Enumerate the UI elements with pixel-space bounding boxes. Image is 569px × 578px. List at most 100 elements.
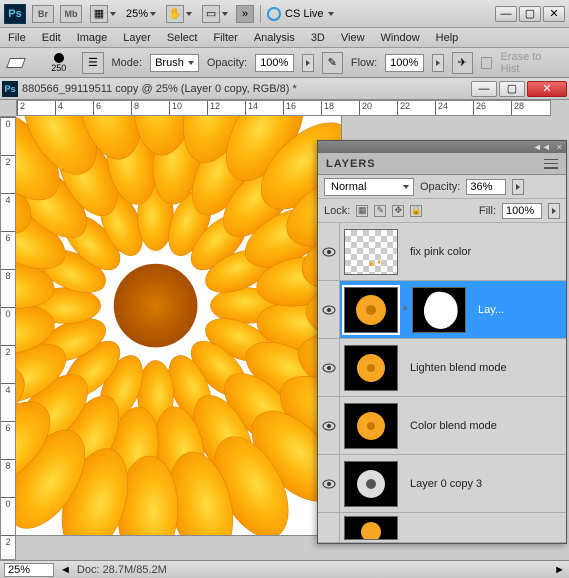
minibridge-badge[interactable]: Mb bbox=[60, 5, 82, 23]
minimize-button[interactable]: — bbox=[495, 6, 517, 22]
link-icon[interactable]: ⚭ bbox=[400, 304, 410, 315]
menu-analysis[interactable]: Analysis bbox=[254, 32, 295, 44]
mode-select[interactable]: Brush bbox=[150, 54, 199, 72]
layer-name[interactable]: Lighten blend mode bbox=[402, 362, 515, 374]
menu-edit[interactable]: Edit bbox=[42, 32, 61, 44]
visibility-toggle[interactable] bbox=[318, 223, 340, 280]
erase-history-checkbox[interactable] bbox=[481, 57, 493, 69]
flow-input[interactable]: 100% bbox=[385, 54, 424, 72]
layer-row[interactable]: ⚭ Lay... bbox=[318, 281, 566, 339]
layer-thumbnail[interactable] bbox=[344, 287, 398, 333]
layer-row[interactable]: Color blend mode bbox=[318, 397, 566, 455]
zoom-input[interactable]: 25% bbox=[4, 563, 54, 577]
doc-icon: Ps bbox=[2, 81, 18, 97]
menu-file[interactable]: File bbox=[8, 32, 26, 44]
cslive-dropdown[interactable]: CS Live bbox=[267, 7, 334, 21]
visibility-toggle[interactable] bbox=[318, 397, 340, 454]
menu-help[interactable]: Help bbox=[436, 32, 459, 44]
blend-mode-select[interactable]: Normal bbox=[324, 178, 414, 196]
doc-title: 880566_99119511 copy @ 25% (Layer 0 copy… bbox=[22, 83, 469, 95]
layout-dropdown[interactable]: ▦ bbox=[88, 5, 118, 23]
layer-opacity-input[interactable]: 36% bbox=[466, 179, 506, 195]
canvas[interactable] bbox=[16, 116, 342, 536]
layer-thumbnail[interactable] bbox=[344, 229, 398, 275]
layer-row[interactable]: Lighten blend mode bbox=[318, 339, 566, 397]
brush-panel-button[interactable]: ☰ bbox=[82, 52, 103, 74]
menu-select[interactable]: Select bbox=[167, 32, 198, 44]
layer-name[interactable]: Color blend mode bbox=[402, 420, 505, 432]
doc-minimize-button[interactable]: — bbox=[471, 81, 497, 97]
statusbar: 25% ◄ Doc: 28.7M/85.2M ► bbox=[0, 560, 569, 578]
doc-close-button[interactable]: ✕ bbox=[527, 81, 567, 97]
visibility-toggle[interactable] bbox=[318, 281, 340, 338]
menu-image[interactable]: Image bbox=[77, 32, 108, 44]
menu-3d[interactable]: 3D bbox=[311, 32, 325, 44]
layers-panel: ◄◄ × LAYERS Normal Opacity: 36% Lock: ▦ ✎… bbox=[317, 140, 567, 544]
expand-button[interactable]: » bbox=[236, 5, 254, 23]
layer-opacity-flyout[interactable] bbox=[512, 179, 524, 195]
flow-flyout[interactable] bbox=[432, 54, 444, 72]
scroll-right-icon[interactable]: ► bbox=[554, 564, 565, 576]
menu-filter[interactable]: Filter bbox=[213, 32, 237, 44]
lock-transparency-icon[interactable]: ▦ bbox=[356, 205, 368, 217]
visibility-toggle[interactable] bbox=[318, 339, 340, 396]
panel-menu-icon[interactable] bbox=[544, 159, 558, 169]
zoom-dropdown[interactable]: 25% bbox=[124, 8, 158, 20]
panel-close-icon[interactable]: × bbox=[557, 142, 562, 152]
tablet-opacity-button[interactable]: ✎ bbox=[322, 52, 343, 74]
blend-row: Normal Opacity: 36% bbox=[318, 175, 566, 199]
menu-window[interactable]: Window bbox=[381, 32, 420, 44]
lock-label: Lock: bbox=[324, 205, 350, 217]
menu-view[interactable]: View bbox=[341, 32, 365, 44]
lock-position-icon[interactable]: ✥ bbox=[392, 205, 404, 217]
zoom-value: 25% bbox=[126, 8, 148, 20]
menubar: File Edit Image Layer Select Filter Anal… bbox=[0, 28, 569, 48]
lock-row: Lock: ▦ ✎ ✥ 🔒 Fill: 100% bbox=[318, 199, 566, 223]
proof-dropdown[interactable]: ▭ bbox=[200, 5, 230, 23]
photoshop-logo: Ps bbox=[4, 4, 26, 24]
app-titlebar: Ps Br Mb ▦ 25% ✋ ▭ » CS Live — ▢ ✕ bbox=[0, 0, 569, 28]
fill-input[interactable]: 100% bbox=[502, 203, 542, 219]
visibility-toggle[interactable] bbox=[318, 513, 340, 542]
cslive-icon bbox=[267, 7, 281, 21]
menu-layer[interactable]: Layer bbox=[123, 32, 151, 44]
doc-size-info: Doc: 28.7M/85.2M bbox=[77, 564, 167, 576]
layer-thumbnail[interactable] bbox=[344, 403, 398, 449]
layer-name[interactable]: Lay... bbox=[470, 304, 512, 316]
layers-list: fix pink color ⚭ Lay... Lighten blend mo… bbox=[318, 223, 566, 543]
panel-titlebar[interactable]: ◄◄ × bbox=[318, 141, 566, 153]
layer-row[interactable]: Layer 0 copy 3 bbox=[318, 455, 566, 513]
brush-size: 250 bbox=[51, 63, 66, 73]
fill-label: Fill: bbox=[479, 205, 496, 217]
collapse-icon[interactable]: ◄◄ bbox=[533, 142, 551, 152]
opacity-flyout[interactable] bbox=[302, 54, 314, 72]
bridge-badge[interactable]: Br bbox=[32, 5, 54, 23]
layer-thumbnail[interactable] bbox=[344, 461, 398, 507]
brush-dropdown[interactable]: 250 bbox=[51, 53, 66, 73]
panel-tab-row: LAYERS bbox=[318, 153, 566, 175]
fill-flyout[interactable] bbox=[548, 203, 560, 219]
opacity-label: Opacity: bbox=[207, 57, 247, 69]
hand-dropdown[interactable]: ✋ bbox=[164, 5, 194, 23]
layers-tab[interactable]: LAYERS bbox=[326, 158, 376, 170]
layer-name[interactable]: fix pink color bbox=[402, 246, 479, 258]
lock-pixels-icon[interactable]: ✎ bbox=[374, 205, 386, 217]
layer-row[interactable]: fix pink color bbox=[318, 223, 566, 281]
layer-thumbnail[interactable] bbox=[344, 516, 398, 540]
lock-all-icon[interactable]: 🔒 bbox=[410, 205, 422, 217]
opacity-input[interactable]: 100% bbox=[255, 54, 294, 72]
ruler-horizontal[interactable]: 246810121416182022242628 bbox=[16, 100, 551, 116]
scroll-left-icon[interactable]: ◄ bbox=[60, 564, 71, 576]
ruler-vertical[interactable]: 024680246802 bbox=[0, 116, 16, 560]
visibility-toggle[interactable] bbox=[318, 455, 340, 512]
maximize-button[interactable]: ▢ bbox=[519, 6, 541, 22]
document-tab: Ps 880566_99119511 copy @ 25% (Layer 0 c… bbox=[0, 78, 569, 100]
layer-mask-thumbnail[interactable] bbox=[412, 287, 466, 333]
airbrush-button[interactable]: ✈ bbox=[452, 52, 473, 74]
layer-name[interactable]: Layer 0 copy 3 bbox=[402, 478, 490, 490]
layer-row[interactable] bbox=[318, 513, 566, 543]
layer-thumbnail[interactable] bbox=[344, 345, 398, 391]
eraser-icon[interactable] bbox=[8, 55, 27, 71]
doc-maximize-button[interactable]: ▢ bbox=[499, 81, 525, 97]
close-button[interactable]: ✕ bbox=[543, 6, 565, 22]
